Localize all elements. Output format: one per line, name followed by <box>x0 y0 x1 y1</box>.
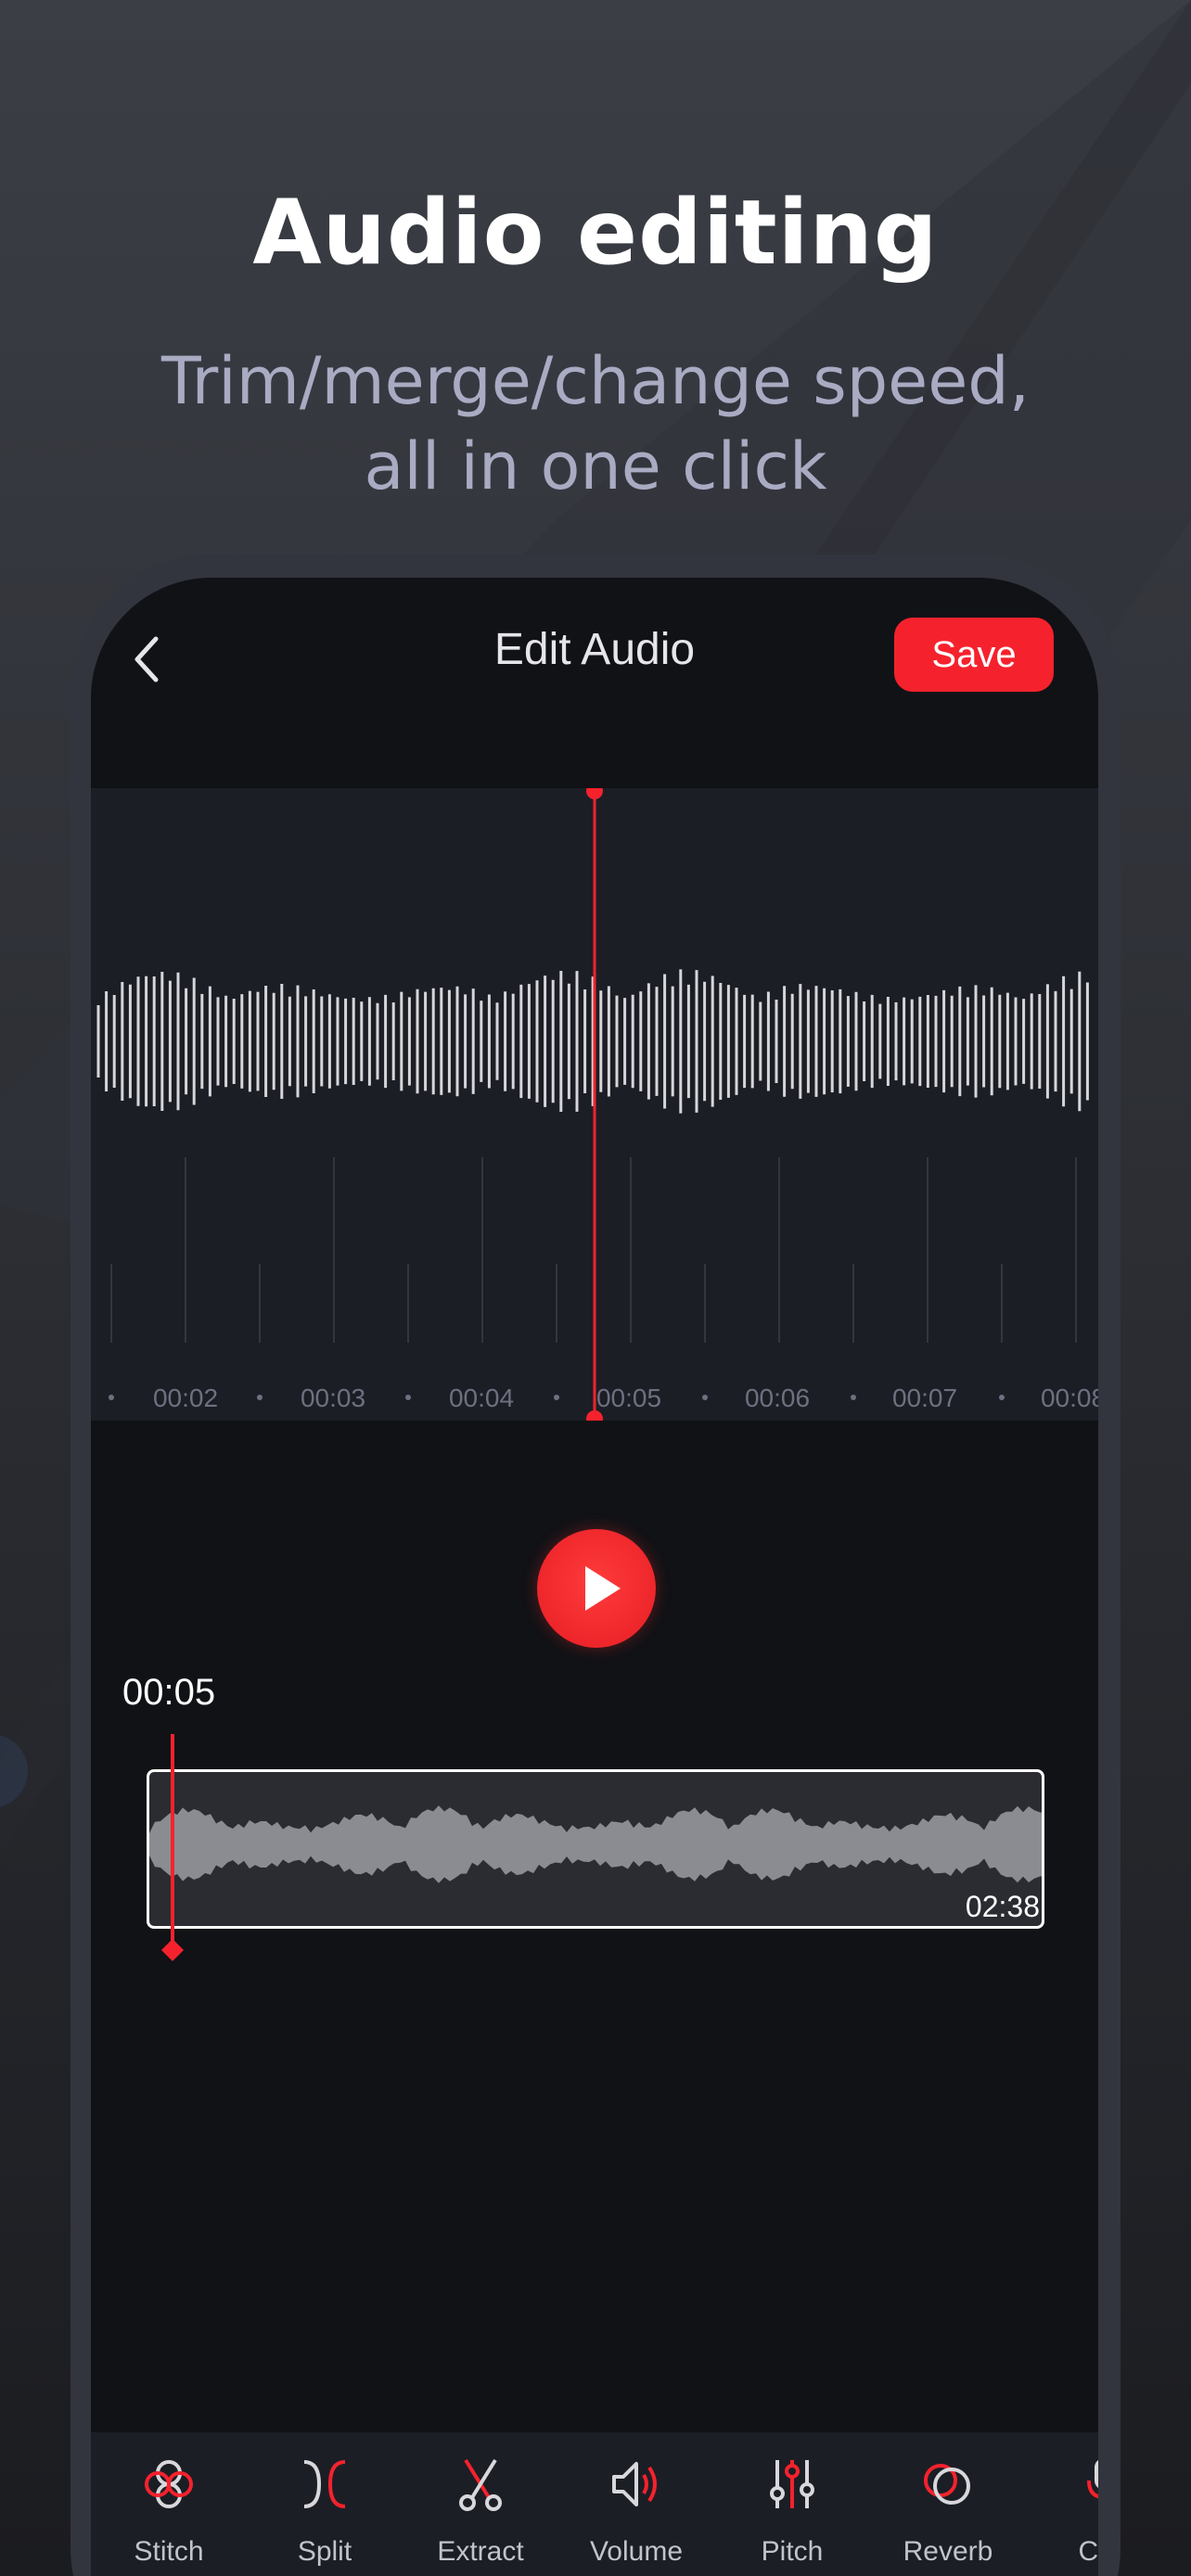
tick-label: 00:03 <box>301 1384 365 1412</box>
clip-waveform <box>149 1805 1042 1883</box>
tool-pitch[interactable]: Pitch <box>714 2456 870 2576</box>
timeline-ticks: 00:02 00:03 00:04 00:05 00:06 00:07 00:0… <box>153 1384 1098 1412</box>
tick-label: 00:07 <box>892 1384 957 1412</box>
tick-dot <box>999 1395 1005 1400</box>
sliders-icon <box>770 2460 814 2508</box>
tool-label: Cha <box>1078 2536 1098 2567</box>
tick-label: 00:04 <box>449 1384 514 1412</box>
volume-icon <box>612 2462 657 2506</box>
playhead[interactable] <box>586 788 603 1421</box>
promo-subtitle-line2: all in one click <box>364 428 827 504</box>
promo-title: Audio editing <box>252 181 939 285</box>
waveform-editor[interactable]: 00:02 00:03 00:04 00:05 00:06 00:07 00:0… <box>91 788 1098 1421</box>
microphone-icon <box>1087 2460 1098 2499</box>
clip-duration: 02:38 <box>965 1890 1040 1923</box>
reverb-icon <box>924 2464 970 2505</box>
tool-label: Split <box>297 2536 352 2567</box>
tick-dot <box>109 1395 114 1400</box>
tick-label: 00:02 <box>153 1384 218 1412</box>
tool-split[interactable]: Split <box>247 2456 403 2576</box>
scissors-icon <box>459 2458 502 2511</box>
tool-stitch[interactable]: Stitch <box>91 2456 247 2576</box>
split-icon <box>303 2460 346 2508</box>
stitch-icon <box>145 2460 193 2508</box>
timeline-grid <box>109 1157 1077 1400</box>
tool-reverb[interactable]: Reverb <box>870 2456 1026 2576</box>
clip-waveform-shape <box>149 1805 1042 1883</box>
tool-label: Pitch <box>761 2536 824 2567</box>
save-button[interactable]: Save <box>894 618 1054 692</box>
tool-label: Reverb <box>903 2536 993 2567</box>
tick-label: 00:08 <box>1041 1384 1098 1412</box>
tick-label: 00:05 <box>596 1384 661 1412</box>
waveform <box>96 969 1089 1114</box>
tool-label: Volume <box>589 2536 684 2567</box>
promo-subtitle-line1: Trim/merge/change speed, <box>161 343 1030 419</box>
tool-extract[interactable]: Extract <box>403 2456 558 2576</box>
play-icon <box>585 1566 621 1611</box>
tool-volume[interactable]: Volume <box>558 2456 714 2576</box>
tick-dot <box>257 1395 263 1400</box>
tick-dot <box>702 1395 708 1400</box>
tool-change[interactable]: Cha <box>1026 2456 1098 2576</box>
tick-dot <box>554 1395 559 1400</box>
tick-dot <box>851 1395 856 1400</box>
tool-label: Extract <box>437 2536 524 2567</box>
tick-label: 00:06 <box>745 1384 810 1412</box>
audio-clip[interactable]: 02:38 <box>147 1769 1044 1929</box>
tick-dot <box>405 1395 411 1400</box>
tool-bar: Stitch Split Extract Volume Pitch Reverb… <box>91 2432 1098 2576</box>
tool-label: Stitch <box>134 2536 204 2567</box>
current-time: 00:05 <box>122 1672 216 1713</box>
play-button[interactable] <box>537 1529 656 1648</box>
phone-screen: Edit Audio Save 00:02 00:03 00:04 00:05 … <box>91 578 1098 2576</box>
